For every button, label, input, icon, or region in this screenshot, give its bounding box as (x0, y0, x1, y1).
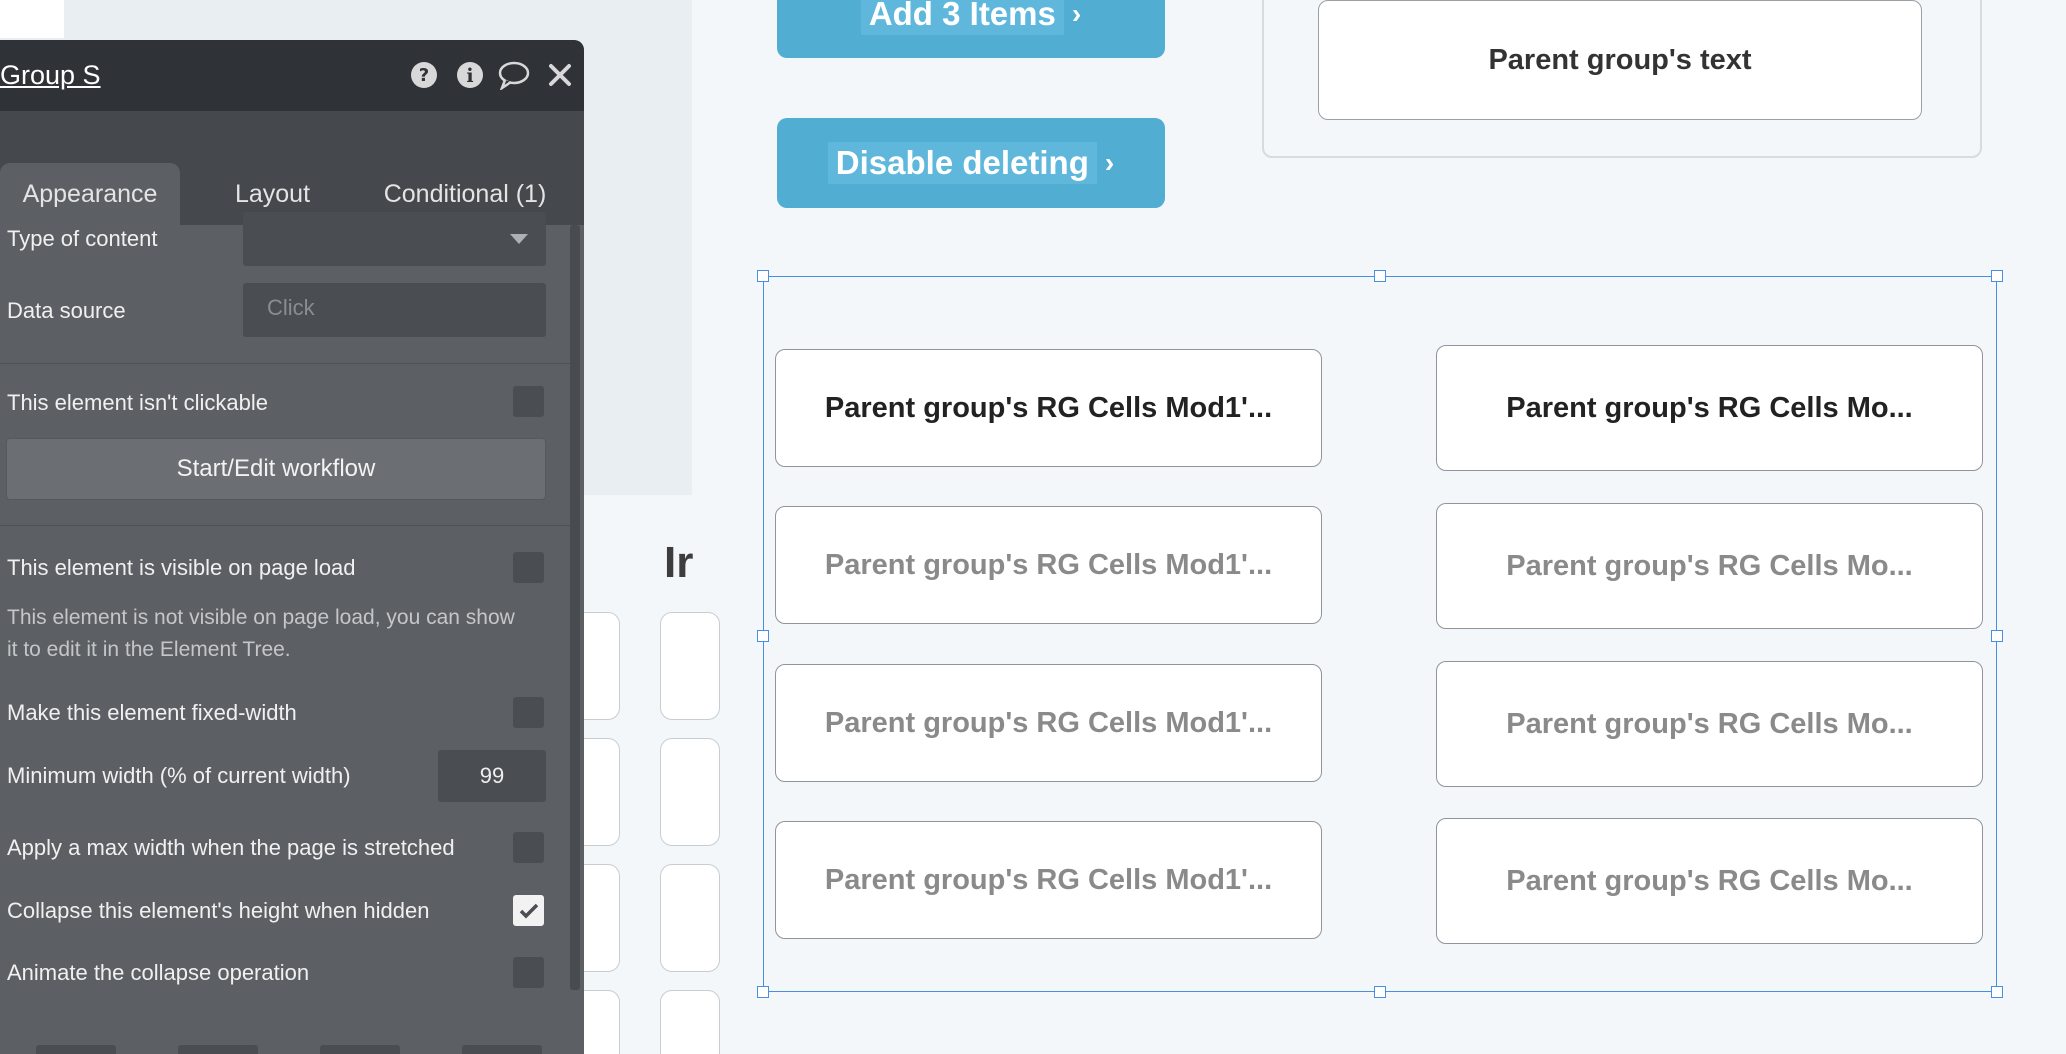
rg-cell-right[interactable]: Parent group's RG Cells Mo... (1436, 818, 1983, 944)
chevron-right-icon: › (1104, 147, 1115, 178)
resize-handle-top-left[interactable] (757, 270, 769, 282)
resize-handle-bottom-right[interactable] (1991, 986, 2003, 998)
chevron-right-icon: › (1071, 0, 1082, 29)
background-box (660, 864, 720, 972)
background-box (660, 612, 720, 720)
resize-handle-left[interactable] (757, 630, 769, 642)
checkmark-icon (519, 903, 538, 918)
divider (0, 525, 570, 526)
comment-icon[interactable] (497, 58, 531, 92)
add-3-items-button[interactable]: Add 3 Items › (777, 0, 1165, 58)
start-edit-workflow-button[interactable]: Start/Edit workflow (6, 438, 546, 500)
max-width-checkbox[interactable] (513, 832, 544, 863)
rg-cell-left[interactable]: Parent group's RG Cells Mod1'... (775, 349, 1322, 467)
rg-cell-right[interactable]: Parent group's RG Cells Mo... (1436, 345, 1983, 471)
rg-cell-left[interactable]: Parent group's RG Cells Mod1'... (775, 664, 1322, 782)
editor-header[interactable]: Group S ? i (0, 40, 584, 111)
resize-handle-bottom-left[interactable] (757, 986, 769, 998)
editor-scrollbar[interactable] (570, 225, 580, 990)
rg-cell-right[interactable]: Parent group's RG Cells Mo... (1436, 503, 1983, 629)
min-width-input[interactable]: 99 (438, 750, 546, 802)
footer-control[interactable] (320, 1045, 400, 1054)
add-3-items-label: Add 3 Items (860, 0, 1064, 35)
collapse-checkbox[interactable] (513, 895, 544, 926)
rg-cell-left[interactable]: Parent group's RG Cells Mod1'... (775, 821, 1322, 939)
canvas-heading-fragment: Ir (664, 538, 694, 587)
collapse-label: Collapse this element's height when hidd… (7, 898, 430, 923)
type-of-content-dropdown[interactable] (243, 212, 546, 266)
disable-deleting-button[interactable]: Disable deleting › (777, 118, 1165, 208)
min-width-label: Minimum width (% of current width) (7, 763, 351, 788)
animate-collapse-label: Animate the collapse operation (7, 960, 310, 985)
fixed-width-label: Make this element fixed-width (7, 700, 297, 725)
svg-text:i: i (466, 65, 473, 87)
animate-collapse-checkbox[interactable] (513, 957, 544, 988)
not-clickable-label: This element isn't clickable (7, 390, 268, 415)
not-clickable-checkbox[interactable] (513, 386, 544, 417)
footer-control[interactable] (462, 1045, 542, 1054)
resize-handle-bottom[interactable] (1374, 986, 1386, 998)
canvas-white-block (0, 0, 64, 38)
fixed-width-checkbox[interactable] (513, 697, 544, 728)
visible-on-load-checkbox[interactable] (513, 552, 544, 583)
property-editor[interactable]: Group S ? i Appearance Layout Conditiona… (0, 40, 584, 1054)
data-source-input[interactable]: Click (243, 283, 546, 337)
visible-on-load-label: This element is visible on page load (7, 555, 356, 580)
rg-cell-left[interactable]: Parent group's RG Cells Mod1'... (775, 506, 1322, 624)
disable-deleting-label: Disable deleting (827, 142, 1097, 184)
footer-control[interactable] (178, 1045, 258, 1054)
background-box (660, 738, 720, 846)
data-source-placeholder: Click (267, 295, 315, 320)
editor-tabs: Appearance Layout Conditional (1) (0, 111, 584, 225)
svg-text:?: ? (419, 65, 429, 86)
resize-handle-top-right[interactable] (1991, 270, 2003, 282)
type-of-content-label: Type of content (7, 226, 158, 251)
background-box (660, 990, 720, 1054)
close-icon[interactable] (543, 58, 577, 92)
resize-handle-top[interactable] (1374, 270, 1386, 282)
tab-appearance[interactable]: Appearance (0, 163, 180, 225)
data-source-label: Data source (7, 298, 126, 323)
resize-handle-right[interactable] (1991, 630, 2003, 642)
help-icon[interactable]: ? (407, 58, 441, 92)
max-width-label: Apply a max width when the page is stret… (7, 835, 455, 860)
chevron-down-icon (510, 234, 528, 244)
editor-title[interactable]: Group S (0, 60, 101, 91)
info-icon[interactable]: i (453, 58, 487, 92)
visibility-note: This element is not visible on page load… (7, 606, 515, 661)
parent-group-text[interactable]: Parent group's text (1318, 0, 1922, 120)
rg-cell-right[interactable]: Parent group's RG Cells Mo... (1436, 661, 1983, 787)
divider (0, 363, 570, 364)
footer-control[interactable] (36, 1045, 116, 1054)
